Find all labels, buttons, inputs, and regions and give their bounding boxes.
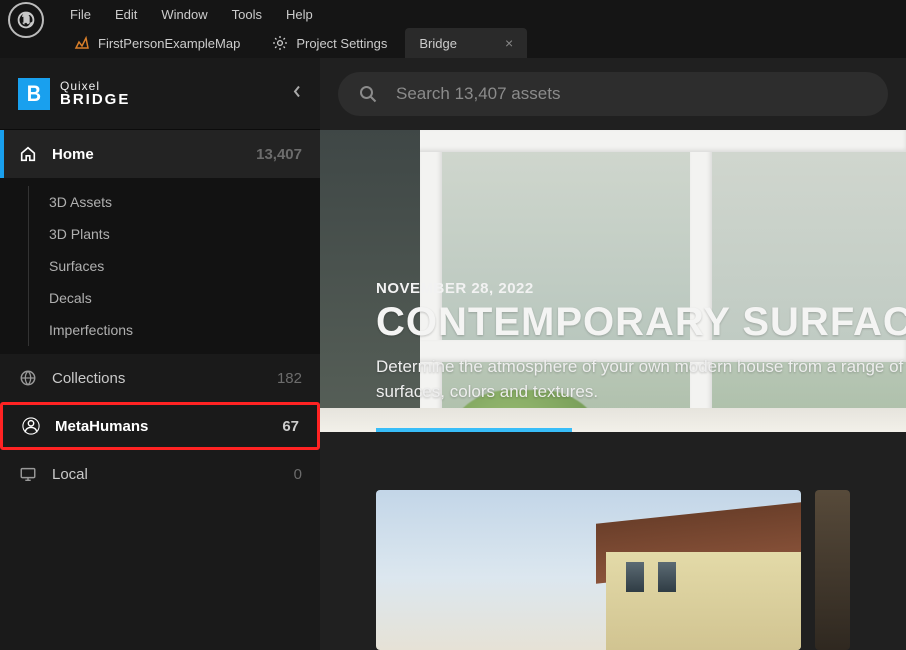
nav-label: Collections — [52, 370, 125, 387]
nav-collections[interactable]: Collections 182 — [0, 354, 320, 402]
hero-banner: NOVEMBER 28, 2022 CONTEMPORARY SURFACES … — [320, 130, 906, 432]
nav-local[interactable]: Local 0 — [0, 450, 320, 498]
nav-label: MetaHumans — [55, 418, 148, 435]
search-input[interactable]: Search 13,407 assets — [338, 72, 888, 116]
menu-help[interactable]: Help — [286, 7, 313, 22]
main-content: Search 13,407 assets — [320, 58, 906, 650]
nav-3d-assets[interactable]: 3D Assets — [29, 186, 320, 218]
chevron-left-icon — [292, 84, 302, 98]
search-placeholder: Search 13,407 assets — [396, 84, 560, 104]
unreal-icon — [16, 10, 36, 30]
menu-file[interactable]: File — [70, 7, 91, 22]
collection-card[interactable] — [376, 490, 801, 650]
hero-date: NOVEMBER 28, 2022 — [376, 280, 906, 297]
hero-title: CONTEMPORARY SURFACES — [376, 301, 906, 343]
collection-card[interactable] — [815, 490, 850, 650]
nav-decals[interactable]: Decals — [29, 282, 320, 314]
globe-icon — [18, 368, 38, 388]
nav-count: 13,407 — [256, 146, 302, 163]
sidebar: B Quixel BRIDGE Home 13,407 3D Assets 3D — [0, 58, 320, 650]
menu-edit[interactable]: Edit — [115, 7, 137, 22]
collapse-sidebar-button[interactable] — [292, 84, 302, 103]
tab-settings[interactable]: Project Settings — [258, 28, 401, 58]
nav-count: 182 — [277, 370, 302, 387]
person-icon — [21, 416, 41, 436]
nav-count: 67 — [282, 418, 299, 435]
nav-label: Home — [52, 146, 94, 163]
nav-3d-plants[interactable]: 3D Plants — [29, 218, 320, 250]
settings-icon — [272, 35, 288, 51]
tab-map[interactable]: FirstPersonExampleMap — [60, 28, 254, 58]
menu-bar: File Edit Window Tools Help — [70, 7, 313, 22]
hero-description: Determine the atmosphere of your own mod… — [376, 355, 906, 404]
level-icon — [74, 35, 90, 51]
quixel-logo: B — [18, 78, 50, 110]
tab-label: FirstPersonExampleMap — [98, 36, 240, 51]
nav-imperfections[interactable]: Imperfections — [29, 314, 320, 346]
search-icon — [358, 84, 378, 104]
close-icon[interactable]: × — [505, 35, 513, 51]
monitor-icon — [18, 464, 38, 484]
nav-surfaces[interactable]: Surfaces — [29, 250, 320, 282]
menu-tools[interactable]: Tools — [232, 7, 262, 22]
tab-label: Project Settings — [296, 36, 387, 51]
go-to-collection-button[interactable]: GO TO COLLECTION — [376, 428, 572, 432]
tab-label: Bridge — [419, 36, 457, 51]
tab-bridge[interactable]: Bridge × — [405, 28, 527, 58]
menu-window[interactable]: Window — [161, 7, 207, 22]
nav-count: 0 — [294, 466, 302, 483]
unreal-logo[interactable] — [8, 2, 44, 38]
home-icon — [18, 144, 38, 164]
nav-metahumans[interactable]: MetaHumans 67 — [0, 402, 320, 450]
nav-label: Local — [52, 466, 88, 483]
nav-home[interactable]: Home 13,407 — [0, 130, 320, 178]
brand-title: Quixel BRIDGE — [60, 80, 130, 107]
